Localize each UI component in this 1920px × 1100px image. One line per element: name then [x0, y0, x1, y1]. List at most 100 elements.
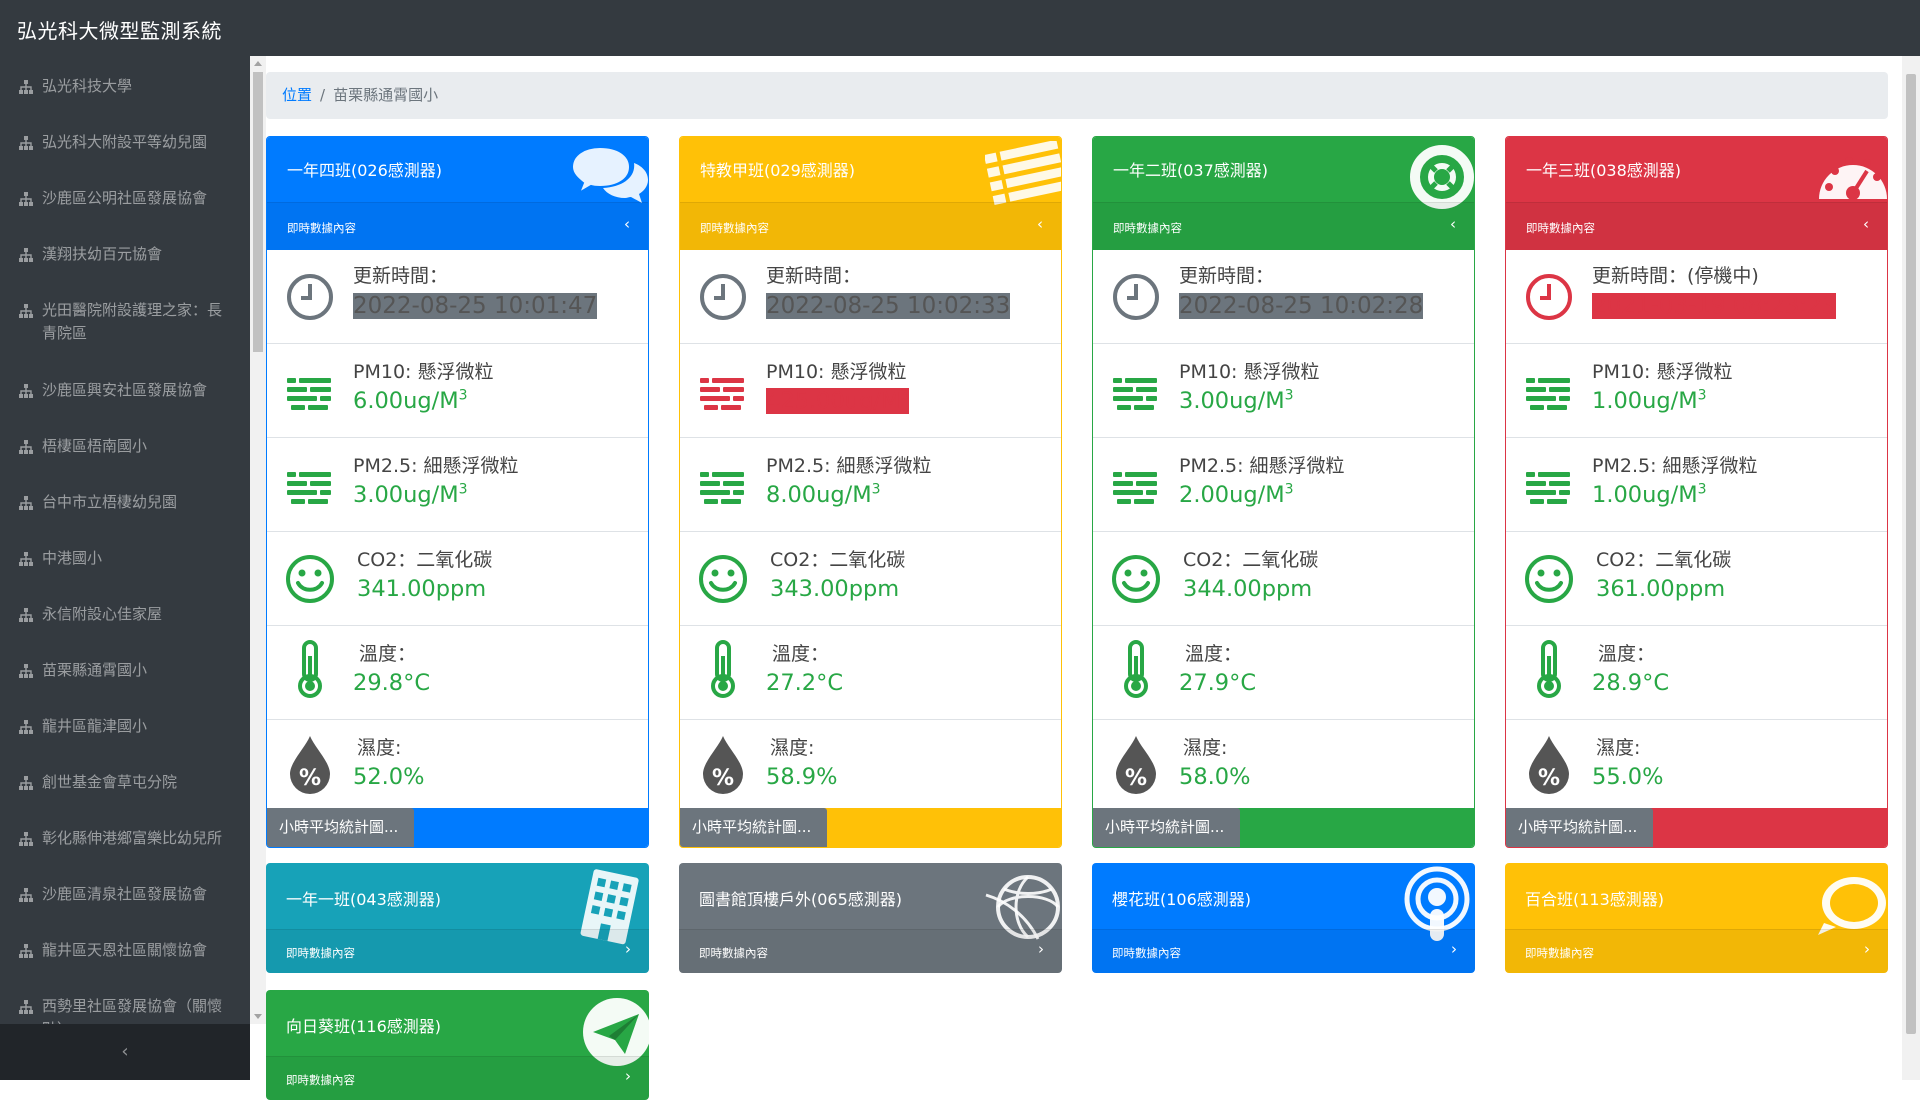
realtime-data-toggle[interactable]: 即時數據內容 ‹	[1093, 202, 1474, 250]
metric-value: 2022-08-25 10:02:28	[1179, 293, 1424, 319]
metric-value: 3.00ug/M3	[353, 481, 468, 508]
realtime-data-toggle[interactable]: 即時數據內容 ‹	[680, 202, 1061, 250]
humidity-drop-icon: %	[1524, 734, 1574, 796]
card-title[interactable]: 圖書館頂樓戶外(065感測器)	[699, 886, 902, 910]
metric-label: 濕度:	[1183, 737, 1228, 759]
card-title[interactable]: 向日葵班(116感測器)	[286, 1013, 441, 1037]
sensor-card-collapsed[interactable]: 向日葵班(116感測器) 即時數據內容 ›	[266, 990, 649, 1100]
realtime-data-toggle[interactable]: 即時數據內容 ›	[1092, 929, 1475, 973]
sidebar-item[interactable]: 創世基金會草屯分院	[0, 752, 250, 808]
sidebar-item[interactable]: 中港國小	[0, 528, 250, 584]
realtime-data-toggle[interactable]: 即時數據內容 ›	[266, 929, 649, 973]
breadcrumb-root-link[interactable]: 位置	[282, 86, 312, 104]
card-title[interactable]: 百合班(113感測器)	[1525, 886, 1664, 910]
comments-icon	[570, 141, 648, 209]
metric-pm10: PM10: 懸浮微粒 3.00ug/M3	[1093, 344, 1474, 438]
clock-icon	[1111, 272, 1161, 322]
metric-label: 濕度:	[1596, 737, 1641, 759]
hourly-average-chart-button[interactable]: 小時平均統計圖...	[1506, 808, 1653, 847]
metric-value: 361.00ppm	[1596, 576, 1726, 602]
hourly-average-chart-button[interactable]: 小時平均統計圖...	[267, 808, 414, 847]
sidebar-item[interactable]: 永信附設心佳家屋	[0, 584, 250, 640]
sidebar-item[interactable]: 西勢里社區發展協會（關懷點）	[0, 976, 250, 1024]
sidebar-item[interactable]: 漢翔扶幼百元協會	[0, 224, 250, 280]
sidebar-item[interactable]: 沙鹿區公明社區發展協會	[0, 168, 250, 224]
sidebar-item[interactable]: 梧棲區梧南國小	[0, 416, 250, 472]
sensor-card-collapsed[interactable]: 圖書館頂樓戶外(065感測器) 即時數據內容 ›	[679, 863, 1062, 973]
metric-co2: CO2：二氧化碳 344.00ppm	[1093, 532, 1474, 626]
sidebar-item[interactable]: 龍井區龍津國小	[0, 696, 250, 752]
bars-icon	[1111, 366, 1161, 416]
chevron-right-icon[interactable]: ›	[1864, 940, 1870, 958]
hourly-average-chart-button[interactable]: 小時平均統計圖...	[680, 808, 827, 847]
card-title[interactable]: 櫻花班(106感測器)	[1112, 886, 1251, 910]
metric-humidity: % 濕度: 58.0%	[1093, 720, 1474, 814]
metric-value: 27.9°C	[1179, 670, 1257, 696]
card-header[interactable]: 一年二班(037感測器) 即時數據內容 ‹	[1093, 137, 1474, 250]
page-scrollbar[interactable]	[1902, 56, 1920, 1080]
sidebar-scrollbar[interactable]	[250, 56, 266, 1024]
card-header[interactable]: 一年三班(038感測器) 即時數據內容 ‹	[1506, 137, 1887, 250]
metric-temperature: 溫度： 27.2°C	[680, 626, 1061, 720]
metric-label: PM10: 懸浮微粒	[766, 361, 907, 383]
card-header[interactable]: 特教甲班(029感測器) 即時數據內容 ‹	[680, 137, 1061, 250]
realtime-data-label: 即時數據內容	[286, 1073, 355, 1087]
chevron-left-icon[interactable]: ‹	[1037, 215, 1043, 233]
sidebar-item[interactable]: 沙鹿區清泉社區發展協會	[0, 864, 250, 920]
sensor-card-collapsed[interactable]: 櫻花班(106感測器) 即時數據內容 ›	[1092, 863, 1475, 973]
sensor-card: 一年三班(038感測器) 即時數據內容 ‹ 更新時間：(停機中) 2021-03-19 …	[1505, 136, 1888, 848]
sensor-card-collapsed[interactable]: 一年一班(043感測器) 即時數據內容 ›	[266, 863, 649, 973]
metric-value: 58.0%	[1179, 764, 1251, 790]
realtime-data-label: 即時數據內容	[699, 946, 768, 960]
sidebar-item[interactable]: 彰化縣伸港鄉富樂比幼兒所	[0, 808, 250, 864]
card-title[interactable]: 一年一班(043感測器)	[286, 886, 441, 910]
card-title[interactable]: 特教甲班(029感測器)	[700, 157, 855, 181]
metric-value: 341.00ppm	[357, 576, 487, 602]
realtime-data-toggle[interactable]: 即時數據內容 ›	[679, 929, 1062, 973]
card-title[interactable]: 一年三班(038感測器)	[1526, 157, 1681, 181]
sensor-card: 一年二班(037感測器) 即時數據內容 ‹ 更新時間： 2022-08-25 10:02…	[1092, 136, 1475, 848]
chevron-left-icon[interactable]: ‹	[624, 215, 630, 233]
page-scroll-thumb[interactable]	[1906, 74, 1916, 1034]
sitemap-icon	[18, 247, 34, 263]
sidebar-item[interactable]: 龍井區天恩社區關懷協會	[0, 920, 250, 976]
humidity-drop-icon: %	[285, 734, 335, 796]
sidebar-item[interactable]: 台中市立梧棲幼兒園	[0, 472, 250, 528]
chevron-right-icon[interactable]: ›	[1038, 940, 1044, 958]
sidebar-item[interactable]: 弘光科大附設平等幼兒園	[0, 112, 250, 168]
card-header[interactable]: 一年四班(026感測器) 即時數據內容 ‹	[267, 137, 648, 250]
metric-value: 58.9%	[766, 764, 838, 790]
metric-co2: CO2：二氧化碳 361.00ppm	[1506, 532, 1887, 626]
thermometer-icon	[1111, 640, 1161, 704]
sidebar-item[interactable]: 沙鹿區興安社區發展協會	[0, 360, 250, 416]
metric-label: CO2：二氧化碳	[1596, 549, 1732, 571]
card-title[interactable]: 一年四班(026感測器)	[287, 157, 442, 181]
metric-value: 55.0%	[1592, 764, 1664, 790]
sidebar-item[interactable]: 光田醫院附設護理之家：長青院區	[0, 280, 250, 360]
sidebar-item[interactable]: 苗栗縣通霄國小	[0, 640, 250, 696]
realtime-data-toggle[interactable]: 即時數據內容 ›	[1505, 929, 1888, 973]
metric-label: PM10: 懸浮微粒	[353, 361, 494, 383]
chevron-left-icon[interactable]: ‹	[1863, 215, 1869, 233]
metric-value: 343.00ppm	[770, 576, 900, 602]
chevron-right-icon[interactable]: ›	[625, 940, 631, 958]
hourly-average-chart-button[interactable]: 小時平均統計圖...	[1093, 808, 1240, 847]
realtime-data-toggle[interactable]: 即時數據內容 ‹	[267, 202, 648, 250]
realtime-data-toggle[interactable]: 即時數據內容 ›	[266, 1056, 649, 1100]
metric-label: 溫度：	[1185, 643, 1243, 665]
sidebar-toggle-button[interactable]: ‹	[0, 1024, 250, 1080]
sidebar-scroll-thumb[interactable]	[253, 72, 263, 352]
scroll-up-arrow-icon[interactable]	[254, 61, 262, 66]
chevron-right-icon[interactable]: ›	[1451, 940, 1457, 958]
app-title[interactable]: 弘光科大微型監測系統	[17, 15, 222, 44]
chevron-right-icon[interactable]: ›	[625, 1067, 631, 1085]
metric-label: 更新時間：	[353, 265, 449, 287]
sidebar-item[interactable]: 弘光科技大學	[0, 56, 250, 112]
realtime-data-toggle[interactable]: 即時數據內容 ‹	[1506, 202, 1887, 250]
card-title[interactable]: 一年二班(037感測器)	[1113, 157, 1268, 181]
scroll-down-arrow-icon[interactable]	[254, 1014, 262, 1019]
sensor-card-collapsed[interactable]: 百合班(113感測器) 即時數據內容 ›	[1505, 863, 1888, 973]
metric-value: 52.0%	[353, 764, 425, 790]
chevron-left-icon[interactable]: ‹	[1450, 215, 1456, 233]
svg-text:%: %	[1538, 766, 1560, 791]
